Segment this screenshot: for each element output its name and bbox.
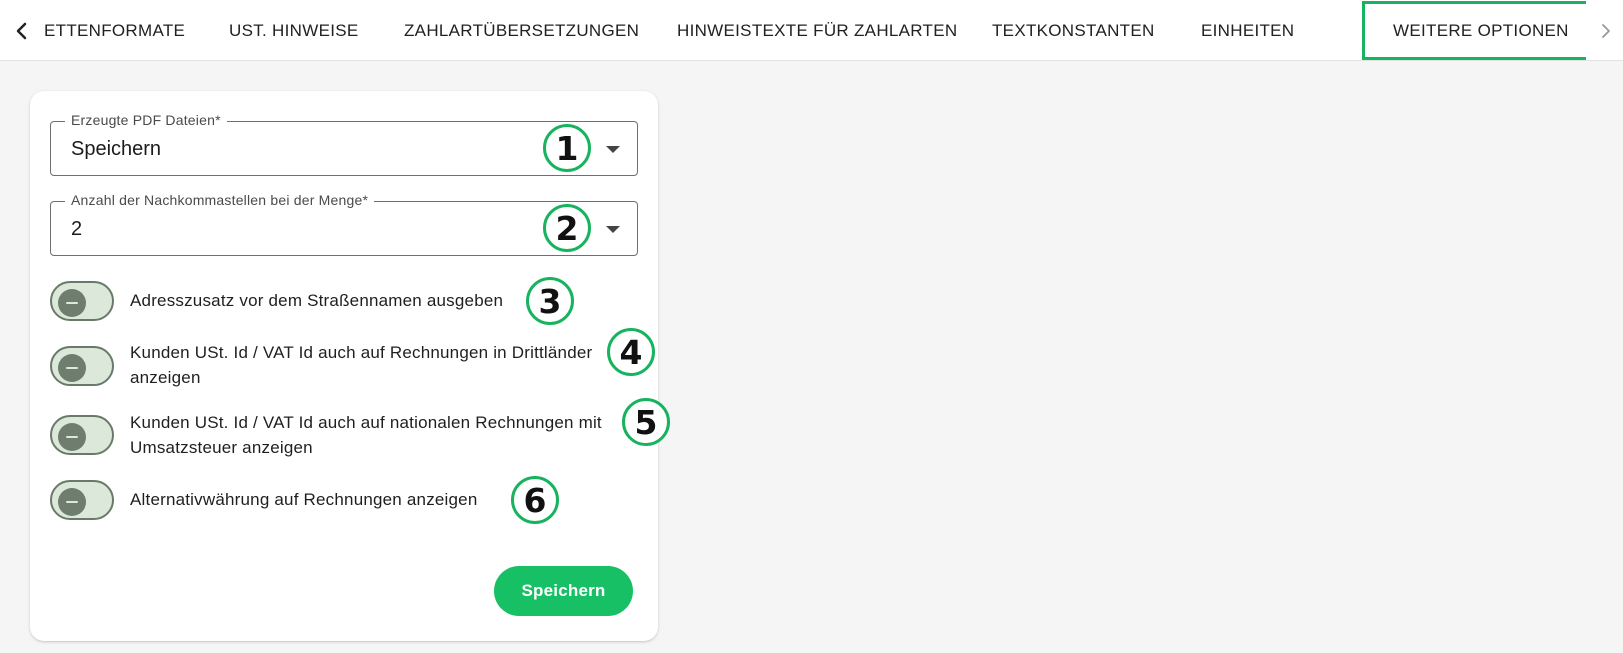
minus-icon bbox=[66, 367, 78, 369]
toggle-knob bbox=[58, 289, 86, 317]
toggle-alternative-currency-label: Alternativwährung auf Rechnungen anzeige… bbox=[130, 490, 478, 509]
minus-icon bbox=[66, 501, 78, 503]
tabs-scroll-left-button[interactable] bbox=[2, 0, 42, 61]
minus-icon bbox=[66, 436, 78, 438]
tab-ust-hinweise[interactable]: UST. HINWEISE bbox=[229, 0, 359, 61]
quantity-decimals-label: Anzahl der Nachkommastellen bei der Meng… bbox=[65, 192, 375, 208]
tab-einheiten[interactable]: EINHEITEN bbox=[1201, 0, 1294, 61]
options-card: Erzeugte PDF Dateien* Speichern 1 Anzahl… bbox=[30, 91, 670, 641]
caret-down-icon bbox=[606, 226, 620, 233]
toggle-alternative-currency[interactable] bbox=[50, 480, 114, 520]
chevron-right-icon bbox=[1602, 23, 1610, 38]
toggle-knob bbox=[58, 354, 86, 382]
tabs-scroll-right-button[interactable] bbox=[1586, 0, 1623, 61]
annotation-badge-5: 5 bbox=[622, 398, 670, 446]
toggle-address-suffix-label: Adresszusatz vor dem Straßennamen ausgeb… bbox=[130, 291, 504, 310]
pdf-files-label: Erzeugte PDF Dateien* bbox=[65, 112, 227, 128]
toggle-vat-id-third-countries-label: Kunden USt. Id / VAT Id auch auf Rechnun… bbox=[130, 343, 593, 387]
tab-bar: ETTENFORMATE UST. HINWEISE ZAHLARTÜBERSE… bbox=[0, 0, 1623, 61]
tabs-list: ETTENFORMATE UST. HINWEISE ZAHLARTÜBERSE… bbox=[42, 0, 1586, 61]
annotation-badge-3: 3 bbox=[526, 277, 574, 325]
pdf-files-value: Speichern bbox=[71, 138, 162, 160]
tab-weitere-optionen[interactable]: WEITERE OPTIONEN bbox=[1362, 1, 1586, 60]
annotation-badge-2: 2 bbox=[543, 204, 591, 252]
toggle-knob bbox=[58, 488, 86, 516]
toggle-address-suffix[interactable] bbox=[50, 281, 114, 321]
annotation-badge-4: 4 bbox=[607, 328, 655, 376]
minus-icon bbox=[66, 302, 78, 304]
toggle-vat-id-national-label: Kunden USt. Id / VAT Id auch auf nationa… bbox=[130, 413, 602, 457]
tab-hinweistexte-fuer-zahlarten[interactable]: HINWEISTEXTE FÜR ZAHLARTEN bbox=[677, 0, 957, 61]
tab-zahlartuebersetzungen[interactable]: ZAHLARTÜBERSETZUNGEN bbox=[404, 0, 639, 61]
tab-etikettenformate[interactable]: ETTENFORMATE bbox=[44, 0, 185, 61]
annotation-badge-6: 6 bbox=[511, 476, 559, 524]
toggle-vat-id-third-countries[interactable] bbox=[50, 346, 114, 386]
caret-down-icon bbox=[606, 146, 620, 153]
toggle-vat-id-national[interactable] bbox=[50, 415, 114, 455]
chevron-left-icon bbox=[16, 22, 27, 39]
tab-textkonstanten[interactable]: TEXTKONSTANTEN bbox=[992, 0, 1155, 61]
annotation-badge-1: 1 bbox=[543, 124, 591, 172]
quantity-decimals-value: 2 bbox=[71, 218, 83, 240]
save-button[interactable]: Speichern bbox=[494, 566, 633, 616]
toggle-knob bbox=[58, 423, 86, 451]
